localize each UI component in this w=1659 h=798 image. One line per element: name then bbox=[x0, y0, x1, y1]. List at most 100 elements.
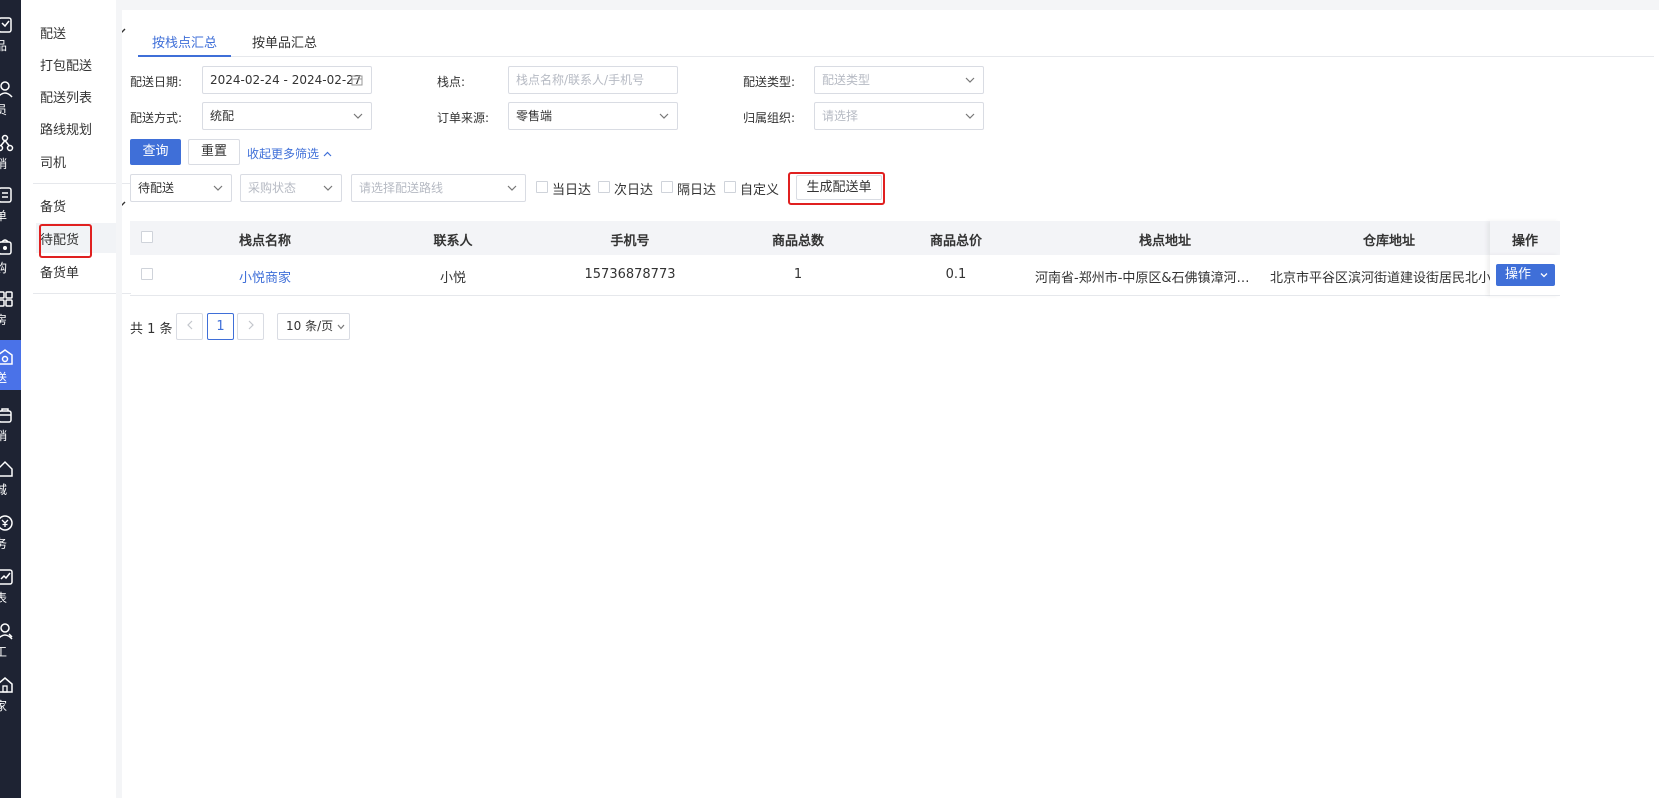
submenu-group-stock[interactable]: 备货 bbox=[40, 196, 66, 215]
method-label: 配送方式: bbox=[130, 111, 183, 125]
submenu-group-delivery[interactable]: 配送 bbox=[40, 23, 66, 42]
query-button[interactable]: 查询 bbox=[130, 139, 181, 165]
rail-item[interactable]: 员 bbox=[0, 72, 21, 122]
user-icon bbox=[0, 81, 13, 98]
submenu-item-route[interactable]: 路线规划 bbox=[40, 119, 92, 138]
product-icon bbox=[0, 17, 12, 33]
highlight-box-pending bbox=[39, 224, 92, 258]
table-header: 栈点名称 联系人 手机号 商品总数 商品总价 栈点地址 仓库地址 bbox=[130, 221, 1560, 255]
table-row: 小悦商家 小悦 15736878773 1 0.1 河南省-郑州市-中原区&石佛… bbox=[130, 255, 1560, 296]
rail-item[interactable]: 销 bbox=[0, 398, 21, 448]
purchase-status-select[interactable]: 采购状态 bbox=[240, 174, 342, 202]
next-day-label: 次日达 bbox=[614, 183, 654, 198]
rail-item-label: 家 bbox=[0, 699, 8, 713]
org-placeholder: 请选择 bbox=[822, 109, 859, 123]
network-icon bbox=[0, 134, 14, 152]
rail-item-label: 表 bbox=[0, 591, 8, 605]
cell-qty: 1 bbox=[793, 267, 803, 282]
row-checkbox[interactable] bbox=[141, 268, 153, 280]
tab-by-item[interactable]: 按单品汇总 bbox=[252, 32, 317, 51]
collapse-filters-link[interactable]: 收起更多筛选 bbox=[247, 145, 332, 162]
chevron-right-icon bbox=[248, 320, 254, 330]
status-select[interactable]: 待配送 bbox=[130, 174, 232, 202]
submenu-item-driver[interactable]: 司机 bbox=[40, 152, 66, 171]
same-day-label: 当日达 bbox=[552, 183, 592, 198]
source-select[interactable]: 零售端 bbox=[508, 102, 678, 130]
select-all-checkbox[interactable] bbox=[141, 231, 153, 243]
staff-icon bbox=[0, 623, 13, 640]
tab-active-underline bbox=[138, 55, 231, 57]
reset-button[interactable]: 重置 bbox=[188, 139, 240, 165]
rail-item[interactable]: 家 bbox=[0, 668, 21, 718]
type-label: 配送类型: bbox=[743, 75, 796, 89]
day-after-checkbox[interactable] bbox=[661, 181, 673, 193]
tab-by-site[interactable]: 按栈点汇总 bbox=[152, 32, 217, 51]
chevron-down-icon bbox=[507, 185, 517, 191]
chevron-down-icon bbox=[213, 185, 223, 191]
site-placeholder: 栈点名称/联系人/手机号 bbox=[516, 73, 645, 87]
chevron-up-icon bbox=[323, 151, 332, 157]
operation-dropdown-button[interactable]: 操作 bbox=[1496, 264, 1555, 286]
rail-item-label: 送 bbox=[0, 371, 8, 385]
submenu-item-stock-list[interactable]: 备货单 bbox=[40, 262, 79, 281]
org-select[interactable]: 请选择 bbox=[814, 102, 984, 130]
same-day-checkbox[interactable] bbox=[536, 181, 548, 193]
rail-item[interactable]: 品 bbox=[0, 8, 21, 58]
method-select[interactable]: 统配 bbox=[202, 102, 372, 130]
cell-warehouse-address: 北京市平谷区滨河街道建设街居民北小区 bbox=[1270, 271, 1490, 286]
cell-site-address: 河南省-郑州市-中原区&石佛镇漳河路河南洛阳 bbox=[1035, 271, 1255, 286]
date-range-input[interactable]: 2024-02-24 - 2024-02-27 bbox=[202, 66, 372, 94]
pager-page-1[interactable]: 1 bbox=[207, 313, 234, 340]
rail-item[interactable]: 购 bbox=[0, 230, 21, 280]
chevron-down-icon bbox=[323, 185, 333, 191]
rail-item[interactable]: 销 bbox=[0, 126, 21, 176]
custom-label: 自定义 bbox=[740, 183, 780, 198]
calendar-icon bbox=[351, 75, 363, 86]
custom-checkbox[interactable] bbox=[724, 181, 736, 193]
rail-item-label: 品 bbox=[0, 39, 8, 53]
purchase-icon bbox=[0, 239, 12, 255]
route-select[interactable]: 请选择配送路线 bbox=[351, 174, 526, 202]
purchase-placeholder: 采购状态 bbox=[248, 181, 297, 195]
site-search-input[interactable]: 栈点名称/联系人/手机号 bbox=[508, 66, 678, 94]
date-range-value: 2024-02-24 - 2024-02-27 bbox=[210, 73, 362, 87]
grid-icon bbox=[0, 291, 13, 307]
top-strip bbox=[122, 0, 1659, 10]
rail-item[interactable]: 单 bbox=[0, 178, 21, 228]
cell-contact: 小悦 bbox=[439, 271, 466, 286]
next-day-checkbox[interactable] bbox=[598, 181, 610, 193]
day-after-label: 隔日达 bbox=[677, 183, 717, 198]
site-label: 栈点: bbox=[437, 75, 466, 89]
rail-item[interactable]: 务 bbox=[0, 506, 21, 556]
bag-icon bbox=[0, 408, 12, 423]
document-icon bbox=[0, 187, 12, 203]
col-operation-header: 操作 bbox=[1490, 221, 1560, 255]
rail-item[interactable]: 送 bbox=[0, 340, 21, 390]
rail-item[interactable]: 城 bbox=[0, 452, 21, 502]
col-site-name: 栈点名称 bbox=[238, 234, 291, 249]
chevron-down-icon bbox=[1540, 273, 1548, 278]
chart-icon bbox=[0, 569, 13, 585]
col-site-address: 栈点地址 bbox=[1138, 234, 1191, 249]
pager-prev-button[interactable] bbox=[176, 313, 203, 340]
submenu-item-pack[interactable]: 打包配送 bbox=[40, 55, 92, 74]
col-contact: 联系人 bbox=[433, 234, 473, 249]
pager-next-button[interactable] bbox=[237, 313, 264, 340]
cell-site-name[interactable]: 小悦商家 bbox=[215, 267, 315, 286]
submenu-item-list[interactable]: 配送列表 bbox=[40, 87, 92, 106]
rail-item-label: 务 bbox=[0, 537, 8, 551]
cell-phone: 15736878773 bbox=[584, 267, 676, 282]
delivery-icon bbox=[0, 349, 13, 365]
rail-item[interactable]: 工 bbox=[0, 614, 21, 664]
type-placeholder: 配送类型 bbox=[822, 73, 871, 87]
rail-item-label: 销 bbox=[0, 429, 8, 443]
source-value: 零售端 bbox=[516, 109, 553, 123]
rail-item-label: 房 bbox=[0, 313, 8, 327]
page-size-value: 10 条/页 bbox=[286, 319, 334, 333]
route-placeholder: 请选择配送路线 bbox=[359, 181, 444, 195]
page-size-select[interactable]: 10 条/页 bbox=[277, 313, 350, 340]
rail-item[interactable]: 表 bbox=[0, 560, 21, 610]
rail-item[interactable]: 房 bbox=[0, 282, 21, 332]
store-icon bbox=[0, 677, 13, 693]
type-select[interactable]: 配送类型 bbox=[814, 66, 984, 94]
